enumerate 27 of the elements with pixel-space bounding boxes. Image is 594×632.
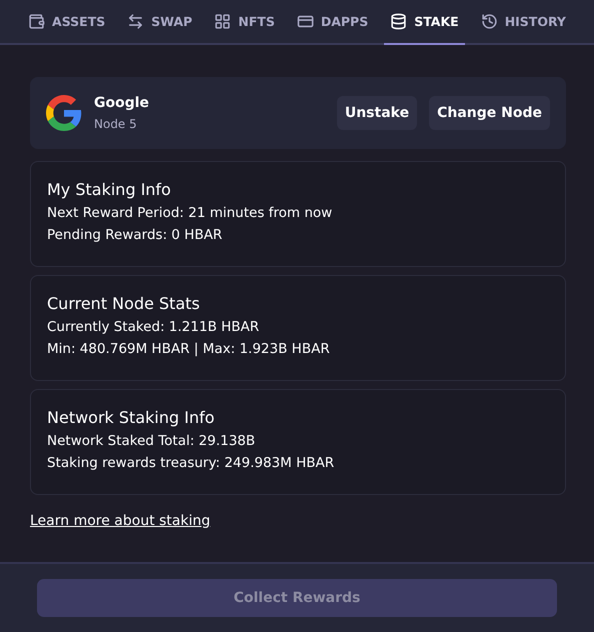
grid-icon bbox=[214, 13, 232, 30]
node-subtitle: Node 5 bbox=[94, 117, 138, 131]
card-icon bbox=[296, 13, 314, 30]
info-line: Next Reward Period: 21 minutes from now bbox=[47, 205, 334, 221]
nav-tab[interactable]: HISTORY bbox=[474, 0, 572, 45]
nav-tab[interactable]: SWAP bbox=[121, 0, 198, 45]
info-line: Currently Staked: 1.211B HBAR bbox=[47, 319, 260, 335]
google-logo-icon bbox=[46, 95, 82, 131]
nav-tab[interactable]: DAPPS bbox=[290, 0, 374, 45]
coin-stack-icon bbox=[390, 13, 408, 30]
info-line: Network Staked Total: 29.138B bbox=[47, 433, 256, 449]
node-action-button[interactable]: Change Node bbox=[429, 96, 550, 130]
info-line: Staking rewards treasury: 249.983M HBAR bbox=[47, 455, 336, 471]
info-card-title: Current Node Stats bbox=[47, 294, 201, 313]
info-line: Min: 480.769M HBAR | Max: 1.923B HBAR bbox=[47, 341, 331, 357]
node-action-button[interactable]: Unstake bbox=[336, 96, 418, 130]
history-icon bbox=[480, 13, 498, 30]
nav-tab[interactable]: STAKE bbox=[384, 0, 465, 45]
info-card-title: Network Staking Info bbox=[47, 408, 216, 427]
learn-more-link[interactable]: Learn more about staking bbox=[30, 513, 210, 529]
node-name: Google bbox=[94, 95, 150, 111]
info-card-title: My Staking Info bbox=[47, 180, 172, 199]
wallet-icon bbox=[28, 13, 46, 30]
info-line: Pending Rewards: 0 HBAR bbox=[47, 227, 224, 243]
nav-tab[interactable]: NFTS bbox=[208, 0, 281, 45]
nav-tab[interactable]: ASSETS bbox=[22, 0, 112, 45]
swap-arrows-icon bbox=[127, 13, 144, 30]
